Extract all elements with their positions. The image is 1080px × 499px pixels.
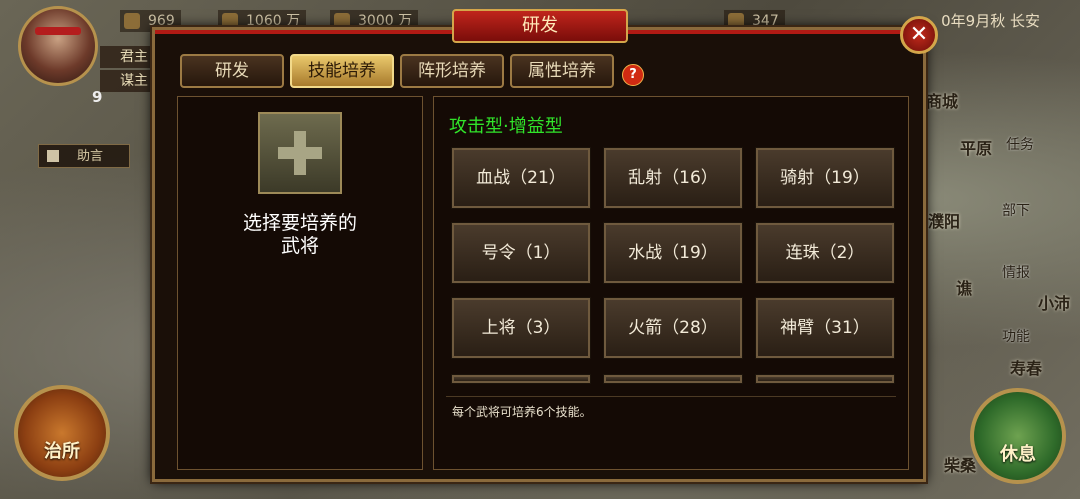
- skill-button[interactable]: 火箭（28）: [603, 297, 743, 359]
- skill-button-partial[interactable]: [451, 374, 591, 384]
- city-label[interactable]: 商城: [926, 88, 958, 112]
- tab-formation-training[interactable]: 阵形培养: [400, 54, 504, 88]
- rice-icon: [124, 13, 140, 29]
- city-label[interactable]: 小沛: [1038, 290, 1070, 314]
- skill-button[interactable]: 连珠（2）: [755, 222, 895, 284]
- add-general-slot[interactable]: [258, 112, 342, 194]
- menu-subordinates[interactable]: 部下: [1002, 200, 1030, 220]
- skill-button[interactable]: 上将（3）: [451, 297, 591, 359]
- close-button[interactable]: ✕: [900, 16, 938, 54]
- date-location: 0年9月秋 长安: [941, 12, 1040, 30]
- menu-functions[interactable]: 功能: [1002, 326, 1030, 346]
- government-button[interactable]: 治所: [14, 385, 110, 481]
- lord-label: 君主: [100, 46, 156, 68]
- city-label[interactable]: 谯: [956, 275, 972, 299]
- menu-intel[interactable]: 情报: [1002, 262, 1030, 282]
- book-icon: [47, 150, 59, 162]
- choose-general-text: 选择要培养的武将: [242, 212, 357, 257]
- city-label[interactable]: 平原: [960, 135, 992, 159]
- city-label[interactable]: 寿春: [1010, 355, 1042, 379]
- skill-button-partial[interactable]: [755, 374, 895, 384]
- tab-attribute-training[interactable]: 属性培养: [510, 54, 614, 88]
- skill-button[interactable]: 水战（19）: [603, 222, 743, 284]
- skill-button[interactable]: 乱射（16）: [603, 147, 743, 209]
- skill-button[interactable]: 号令（1）: [451, 222, 591, 284]
- advisor-label: 谋主: [100, 70, 156, 92]
- divider: [446, 396, 896, 397]
- dialog-title: 研发: [452, 9, 628, 43]
- tab-skill-training[interactable]: 技能培养: [290, 54, 394, 88]
- rest-button[interactable]: 休息: [970, 388, 1066, 484]
- skill-button[interactable]: 骑射（19）: [755, 147, 895, 209]
- skill-button-partial[interactable]: [603, 374, 743, 384]
- city-label[interactable]: 柴桑: [944, 452, 976, 476]
- menu-tasks[interactable]: 任务: [1006, 134, 1034, 154]
- skill-button[interactable]: 神臂（31）: [755, 297, 895, 359]
- helper-button[interactable]: 助言: [38, 144, 130, 168]
- training-note: 每个武将可培养6个技能。: [452, 405, 592, 419]
- lord-avatar[interactable]: [18, 6, 98, 86]
- help-icon[interactable]: ?: [622, 64, 644, 86]
- skill-category-title: 攻击型·增益型: [449, 116, 563, 137]
- skill-button[interactable]: 血战（21）: [451, 147, 591, 209]
- tab-research[interactable]: 研发: [180, 54, 284, 88]
- city-label[interactable]: 濮阳: [928, 208, 960, 232]
